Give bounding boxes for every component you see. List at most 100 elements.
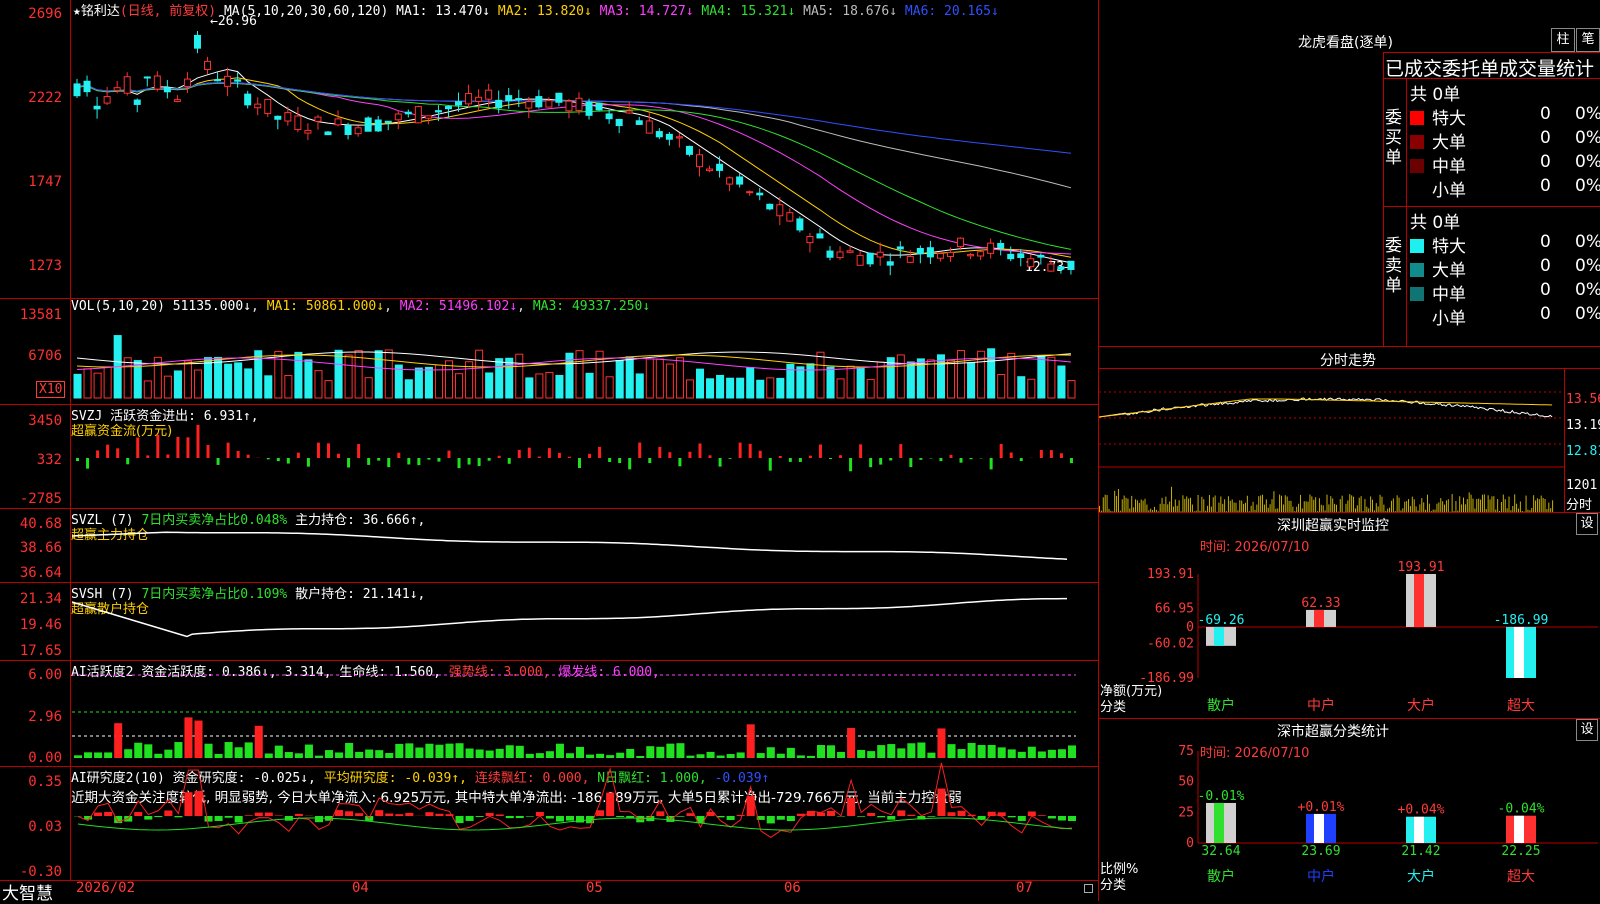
order-percent: 0% [1575, 104, 1600, 124]
order-row[interactable]: 大单00% [1410, 256, 1600, 281]
volume-bar [405, 380, 412, 398]
flow-bar [106, 445, 109, 458]
candle-body [325, 132, 331, 135]
flow-bar [327, 443, 330, 458]
flow-bar [237, 451, 240, 458]
activity-bar [526, 754, 534, 758]
order-row[interactable]: 中单00% [1410, 152, 1600, 177]
candle-body [656, 132, 662, 137]
activity-bar [666, 744, 674, 758]
volume-bar [546, 372, 553, 398]
activity-bar [134, 743, 142, 758]
intraday-vol-bar [1124, 496, 1125, 512]
category-bar: -0.01%32.64散户 [1198, 789, 1245, 885]
intraday-vol-bar [1234, 503, 1235, 512]
bar-axis-tick: 193.91 [1147, 567, 1194, 582]
research-bar [405, 813, 413, 816]
activity-bar [235, 747, 243, 758]
ai1-tick: 0.00 [2, 750, 62, 766]
intraday-vol-bar [1245, 503, 1246, 512]
order-row[interactable]: 中单00% [1410, 280, 1600, 305]
research-bar [656, 811, 664, 816]
ai2-tick: 0.35 [2, 774, 62, 790]
candle-body [907, 256, 913, 262]
intraday-vol-bar [1419, 504, 1420, 512]
intraday-vol-bar [1289, 501, 1290, 512]
research-bar [315, 816, 323, 822]
volume-bar [827, 367, 834, 398]
flow-bar [377, 458, 380, 461]
settings-button[interactable]: 设 [1576, 719, 1598, 741]
intraday-vol-bar [1463, 498, 1464, 512]
lock-icon[interactable] [1084, 884, 1093, 893]
activity-bar [757, 753, 765, 758]
flow-bar [1000, 444, 1003, 458]
ai2-tick: 0.03 [2, 819, 62, 835]
volume-bar [94, 373, 101, 398]
intraday-vol-bar [1364, 499, 1365, 512]
intraday-vol-bar [1315, 497, 1316, 512]
order-row[interactable]: 特大00% [1410, 232, 1600, 257]
flow-bar [367, 458, 370, 465]
price-tick: 1273 [2, 258, 62, 274]
candle-body [646, 121, 652, 133]
candle-body [144, 77, 150, 78]
activity-bar [305, 745, 313, 758]
order-count: 0 [1540, 280, 1551, 300]
intraday-vol-bar [1146, 505, 1147, 512]
candle-body [1058, 267, 1064, 269]
activity-bar [536, 753, 544, 758]
flow-bar [909, 458, 912, 467]
intraday-vol-bar [1131, 496, 1132, 512]
intraday-vol-bar [1264, 505, 1265, 512]
ma-line [77, 83, 1071, 154]
settings-button[interactable]: 设 [1576, 513, 1598, 535]
candle-body [215, 80, 221, 81]
candlestick-chart[interactable] [72, 0, 1096, 298]
intraday-title: 分时走势 [1320, 350, 1376, 370]
candle-body [737, 177, 743, 184]
volume-bar [1058, 366, 1065, 398]
divider [1564, 368, 1565, 512]
bar-axis-tick: 66.95 [1155, 602, 1194, 617]
volume-bar [626, 357, 633, 398]
intraday-vol-bar [1192, 505, 1193, 512]
activity-bar [596, 754, 604, 758]
activity-bar [656, 747, 664, 758]
volume-bars [72, 298, 1096, 404]
candle-body [305, 130, 311, 133]
intraday-vol-bar [1145, 499, 1146, 512]
activity-bar [747, 724, 755, 758]
intraday-chart[interactable] [1099, 369, 1564, 512]
volume-bar [486, 373, 493, 398]
candle-body [546, 100, 552, 107]
flow-bar [217, 458, 220, 465]
intraday-vol-bar [1472, 499, 1473, 512]
intraday-vol-bar [1471, 495, 1472, 512]
research-bar [937, 789, 945, 816]
order-row[interactable]: 小单00% [1410, 176, 1600, 201]
volume-bar [74, 374, 81, 398]
bar-mode-button[interactable]: 柱 [1551, 28, 1575, 52]
category-bar: +0.01%23.69中户 [1298, 800, 1345, 885]
candle-body [94, 106, 100, 109]
order-percent: 0% [1575, 256, 1600, 276]
order-row[interactable]: 特大00% [1410, 104, 1600, 129]
activity-bar [566, 753, 574, 758]
candle-body [787, 213, 793, 221]
intraday-vol-bar [1448, 499, 1449, 512]
activity-bar [385, 753, 393, 758]
order-row[interactable]: 大单00% [1410, 128, 1600, 153]
volume-bar [84, 369, 91, 398]
research-bar [265, 813, 273, 816]
tick-mode-button[interactable]: 笔 [1576, 28, 1600, 52]
order-percent: 0% [1575, 304, 1600, 324]
flow-bar [387, 458, 390, 467]
order-row[interactable]: 小单00% [1410, 304, 1600, 329]
activity-bar [1048, 750, 1056, 758]
volume-bar [968, 363, 975, 398]
intraday-vol-bar [1480, 500, 1481, 512]
candle-body [727, 178, 733, 184]
price-tick: 2222 [2, 90, 62, 106]
activity-bar [626, 749, 634, 758]
